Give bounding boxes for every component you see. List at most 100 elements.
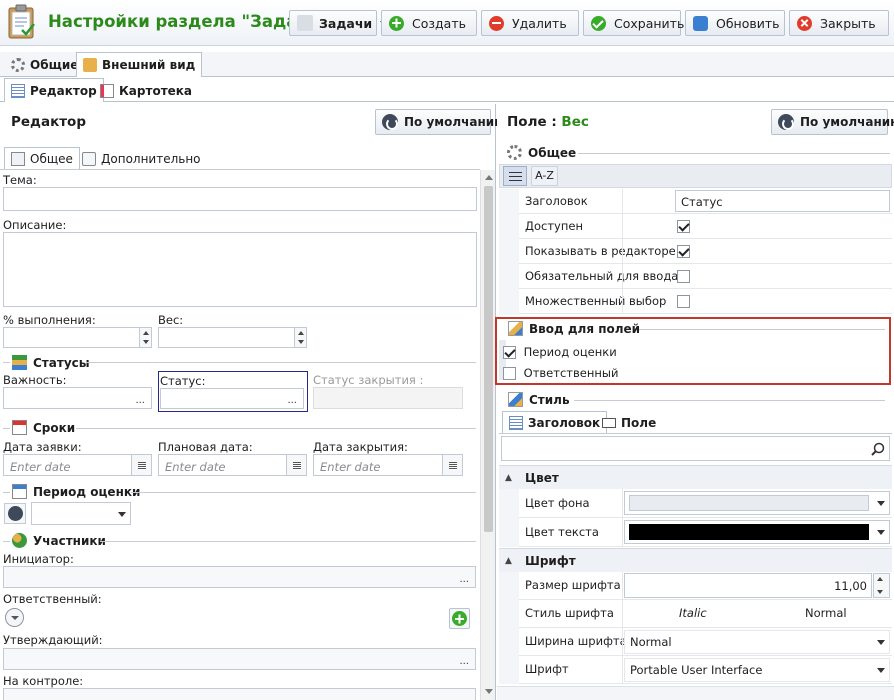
on-control-picker[interactable]	[3, 688, 476, 700]
subject-input[interactable]	[3, 187, 477, 211]
category-color[interactable]: ▲ Цвет	[499, 465, 892, 489]
chevron-down-icon	[877, 640, 885, 645]
refresh-button[interactable]: Обновить	[685, 10, 785, 36]
save-button[interactable]: Сохранить	[583, 10, 684, 36]
property-row[interactable]: Размер шрифта 11,00	[499, 572, 892, 600]
evaluation-period-checkbox[interactable]	[503, 346, 516, 359]
create-button[interactable]: Создать	[381, 10, 477, 36]
bg-color-picker[interactable]	[624, 491, 890, 515]
property-row[interactable]: Заголовок Статус	[499, 189, 892, 214]
tab-editor-general[interactable]: Общее	[4, 147, 80, 169]
ellipsis-button[interactable]: ...	[459, 656, 469, 667]
categorized-view-button[interactable]	[503, 166, 527, 186]
calendar-button[interactable]	[131, 455, 151, 475]
scroll-up-arrow[interactable]	[485, 175, 493, 180]
calendar-button[interactable]	[286, 455, 306, 475]
property-name: Показывать в редакторе	[525, 244, 676, 258]
available-checkbox[interactable]	[677, 220, 690, 233]
tab-style-field-label: Поле	[621, 415, 657, 430]
tab-editor[interactable]: Редактор	[4, 78, 104, 102]
tab-editor-additional[interactable]: Дополнительно	[75, 147, 208, 169]
tab-appearance-label: Внешний вид	[102, 58, 196, 72]
property-name: Доступен	[525, 219, 583, 233]
multiple-choice-checkbox[interactable]	[677, 295, 690, 308]
close-date-input[interactable]: Enter date	[313, 454, 463, 476]
planned-date-input[interactable]: Enter date	[158, 454, 307, 476]
close-button[interactable]: Закрыть	[789, 10, 889, 36]
required-checkbox[interactable]	[677, 270, 690, 283]
tab-style-field[interactable]: Поле	[595, 411, 663, 433]
search-icon[interactable]	[871, 442, 885, 456]
style-search-input[interactable]	[501, 436, 890, 461]
description-textarea[interactable]	[3, 232, 477, 307]
ellipsis-button[interactable]: ...	[135, 395, 145, 406]
importance-picker[interactable]: ...	[3, 387, 152, 409]
input-field-item[interactable]: Ответственный	[503, 366, 618, 380]
sub-tab-bar: Редактор Картотека	[0, 78, 894, 102]
weight-input[interactable]	[158, 327, 307, 348]
top-tab-bar: Общие Внешний вид	[0, 52, 894, 77]
request-date-input[interactable]: Enter date	[3, 454, 152, 476]
font-family-select[interactable]: Portable User Interface	[624, 658, 890, 682]
approver-picker[interactable]: ...	[3, 648, 476, 670]
property-row[interactable]: Доступен	[499, 214, 892, 239]
delete-label: Удалить	[512, 15, 567, 31]
font-style-italic-option[interactable]: Italic	[679, 606, 707, 620]
category-color-label: Цвет	[525, 470, 559, 485]
category-font[interactable]: ▲ Шрифт	[499, 548, 892, 572]
ellipsis-button[interactable]: ...	[459, 574, 469, 585]
property-row[interactable]: Шрифт Portable User Interface	[499, 656, 892, 684]
scroll-down-arrow[interactable]	[485, 689, 493, 694]
spinner-arrows[interactable]	[294, 328, 306, 347]
ellipsis-button[interactable]: ...	[287, 395, 297, 406]
property-row[interactable]: Цвет фона	[499, 489, 892, 518]
spinner-arrows[interactable]	[139, 328, 151, 347]
calendar-button[interactable]	[442, 455, 462, 475]
property-row[interactable]: Ширина шрифта Normal	[499, 628, 892, 656]
tab-editor-label: Редактор	[30, 83, 97, 98]
tab-style-header[interactable]: Заголовок	[502, 411, 608, 433]
font-size-spinner[interactable]	[873, 573, 890, 598]
property-name: Цвет текста	[525, 525, 599, 539]
property-row[interactable]: Показывать в редакторе	[499, 239, 892, 264]
property-row[interactable]: Множественный выбор	[499, 289, 892, 314]
editor-header: Редактор	[11, 114, 86, 130]
input-field-item[interactable]: Период оценки	[503, 345, 617, 359]
section-style-label: Стиль	[529, 392, 570, 407]
responsible-checkbox[interactable]	[503, 367, 516, 380]
property-row[interactable]: Стиль шрифта Italic Normal	[499, 600, 892, 628]
property-grid-toolbar: A-Z	[499, 164, 892, 188]
field-default-button[interactable]: По умолчанию	[771, 109, 894, 135]
editor-default-button[interactable]: По умолчанию	[375, 109, 506, 135]
tab-general[interactable]: Общие	[4, 52, 85, 76]
tab-appearance[interactable]: Внешний вид	[76, 52, 203, 77]
expand-chevron-button[interactable]	[5, 608, 24, 627]
text-color-picker[interactable]	[624, 520, 890, 544]
reset-icon	[382, 114, 398, 130]
add-responsible-button[interactable]	[449, 608, 470, 629]
delete-button[interactable]: Удалить	[481, 10, 579, 36]
font-weight-select[interactable]: Normal	[624, 630, 890, 654]
grid-gutter	[499, 489, 519, 547]
initiator-picker[interactable]: ...	[3, 566, 476, 588]
section-dropdown-button[interactable]: Задачи	[289, 10, 389, 36]
abc-icon	[297, 15, 313, 31]
editor-scrollbar[interactable]	[480, 170, 495, 700]
status-picker[interactable]: ...	[160, 388, 304, 409]
sort-az-button[interactable]: A-Z	[531, 166, 558, 186]
request-date-label: Дата заявки:	[3, 440, 82, 454]
tab-card[interactable]: Картотека	[93, 78, 199, 102]
period-mode-button[interactable]	[4, 503, 26, 524]
property-name: Множественный выбор	[525, 294, 667, 308]
show-in-editor-checkbox[interactable]	[677, 245, 690, 258]
header-text-input[interactable]: Статус	[675, 190, 890, 212]
scroll-thumb[interactable]	[484, 186, 493, 532]
property-row[interactable]: Обязательный для ввода	[499, 264, 892, 289]
font-style-normal-option[interactable]: Normal	[805, 606, 847, 620]
property-row[interactable]: Цвет текста	[499, 518, 892, 547]
period-select[interactable]	[31, 502, 131, 525]
subject-label: Тема:	[3, 173, 37, 187]
font-size-input[interactable]: 11,00	[624, 573, 872, 598]
percent-done-input[interactable]	[3, 327, 152, 348]
chevron-down-icon	[877, 530, 885, 535]
